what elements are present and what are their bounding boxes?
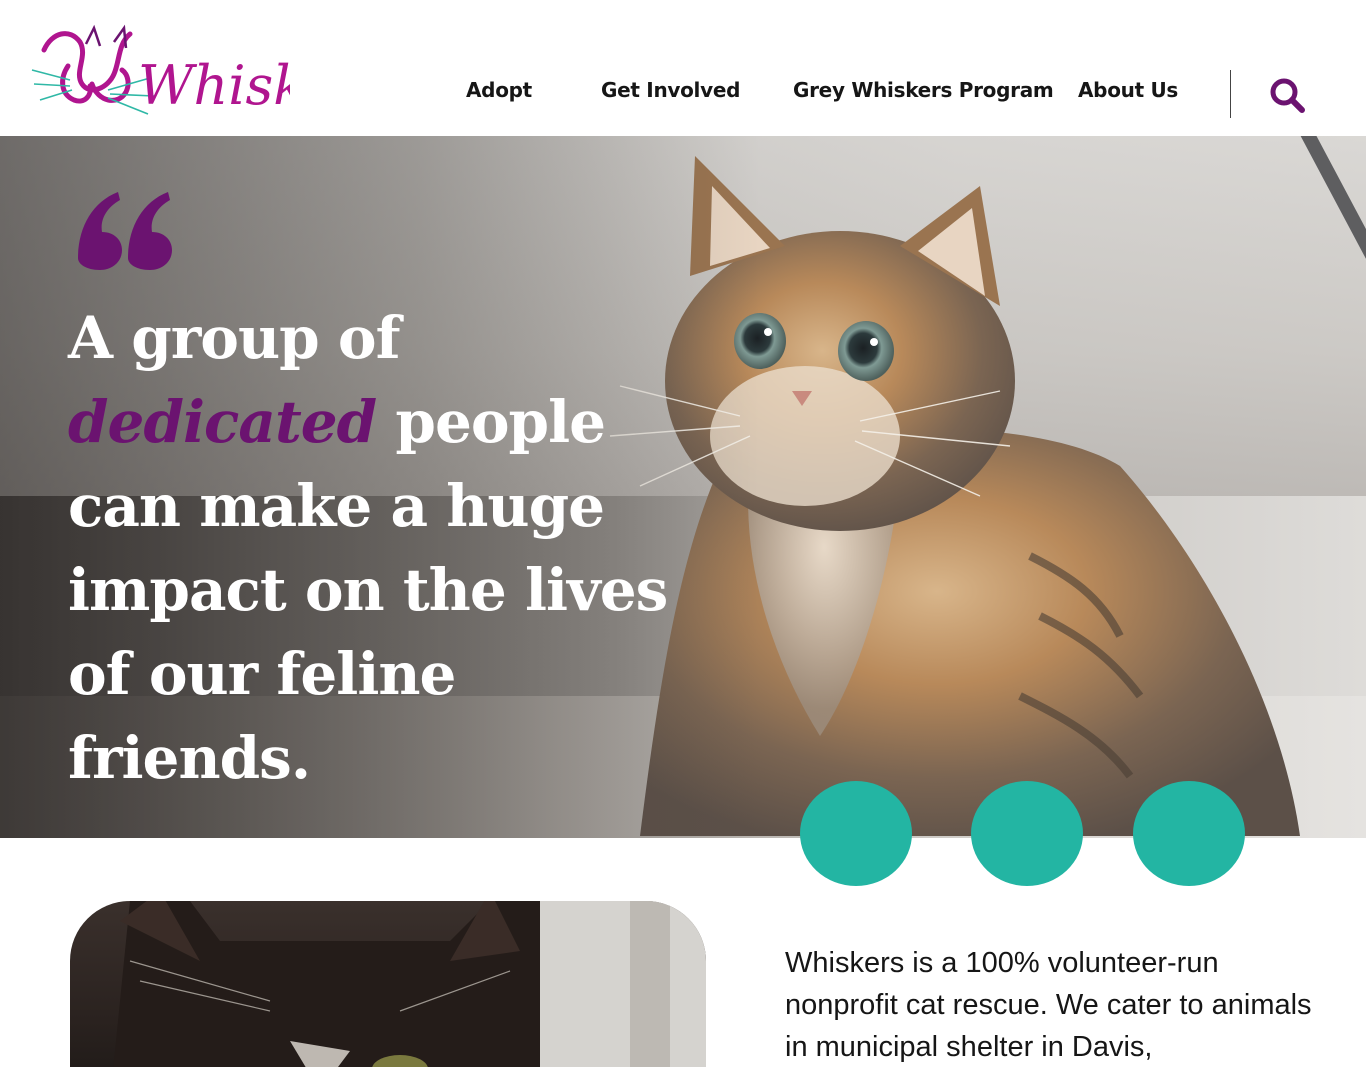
nav-get-involved[interactable]: Get Involved bbox=[601, 78, 740, 102]
hero-quote: A group of dedicated people can make a h… bbox=[68, 296, 688, 800]
site-header: Whiskers Adopt Get Involved Grey Whisker… bbox=[0, 0, 1366, 136]
hero-quote-emphasis: dedicated bbox=[68, 388, 377, 456]
carousel-dot-2[interactable] bbox=[971, 781, 1083, 886]
search-icon bbox=[1270, 78, 1305, 113]
nav-adopt[interactable]: Adopt bbox=[466, 78, 532, 102]
whiskers-logo[interactable]: Whiskers bbox=[30, 22, 391, 122]
hero-quote-part1: A group of bbox=[68, 304, 401, 372]
about-intro-text: Whiskers is a 100% volunteer-run nonprof… bbox=[785, 947, 1312, 1063]
quote-mark-icon bbox=[78, 192, 172, 270]
black-cat-photo bbox=[113, 901, 706, 1067]
carousel-dot-3[interactable] bbox=[1133, 781, 1245, 886]
svg-text:Whiskers: Whiskers bbox=[138, 54, 290, 117]
cat-photo-card bbox=[70, 901, 706, 1067]
carousel-dot-1[interactable] bbox=[800, 781, 912, 886]
nav-divider bbox=[1230, 70, 1231, 118]
search-button[interactable] bbox=[1268, 76, 1308, 114]
hero-banner: A group of dedicated people can make a h… bbox=[0, 136, 1366, 838]
nav-grey-whiskers-program[interactable]: Grey Whiskers Program bbox=[793, 78, 1054, 102]
whiskers-logo-icon: Whiskers bbox=[31, 24, 391, 117]
nav-about-us[interactable]: About Us bbox=[1078, 78, 1178, 102]
